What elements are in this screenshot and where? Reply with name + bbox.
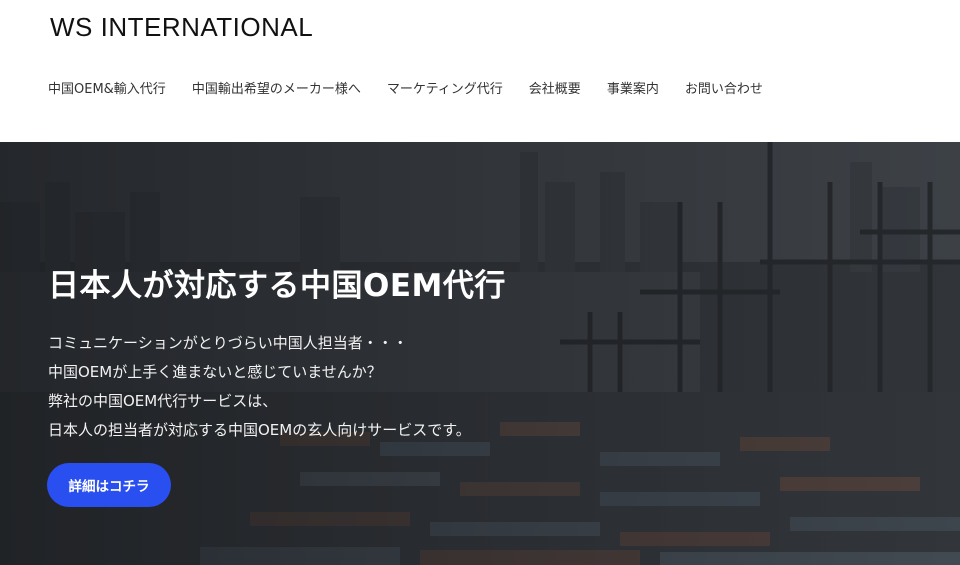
nav-item-marketing[interactable]: マーケティング代行 [387, 80, 503, 100]
details-button[interactable]: 詳細はコチラ [47, 463, 171, 507]
nav-item-contact[interactable]: お問い合わせ [685, 80, 763, 100]
nav-item-export-makers[interactable]: 中国輸出希望のメーカー様へ [192, 80, 361, 100]
hero-line: 弊社の中国OEM代行サービスは、 [48, 392, 278, 410]
hero-description: コミュニケーションがとりづらい中国人担当者・・・ 中国OEMが上手く進まないと感… [48, 329, 471, 445]
hero-line: 中国OEMが上手く進まないと感じていませんか？ [48, 363, 382, 381]
hero-line: 日本人の担当者が対応する中国OEMの玄人向けサービスです。 [48, 421, 471, 439]
nav-item-business[interactable]: 事業案内 [607, 80, 659, 100]
hero-title: 日本人が対応する中国OEM代行 [48, 268, 506, 304]
site-header: WS INTERNATIONAL 中国OEM&輸入代行 中国輸出希望のメーカー様… [0, 0, 960, 142]
nav-item-oem-import[interactable]: 中国OEM&輸入代行 [48, 80, 166, 100]
nav-item-company[interactable]: 会社概要 [529, 80, 581, 100]
hero-section: 日本人が対応する中国OEM代行 コミュニケーションがとりづらい中国人担当者・・・… [0, 142, 960, 565]
main-nav: 中国OEM&輸入代行 中国輸出希望のメーカー様へ マーケティング代行 会社概要 … [48, 80, 763, 100]
site-logo[interactable]: WS INTERNATIONAL [50, 12, 313, 43]
hero-line: コミュニケーションがとりづらい中国人担当者・・・ [48, 334, 408, 352]
